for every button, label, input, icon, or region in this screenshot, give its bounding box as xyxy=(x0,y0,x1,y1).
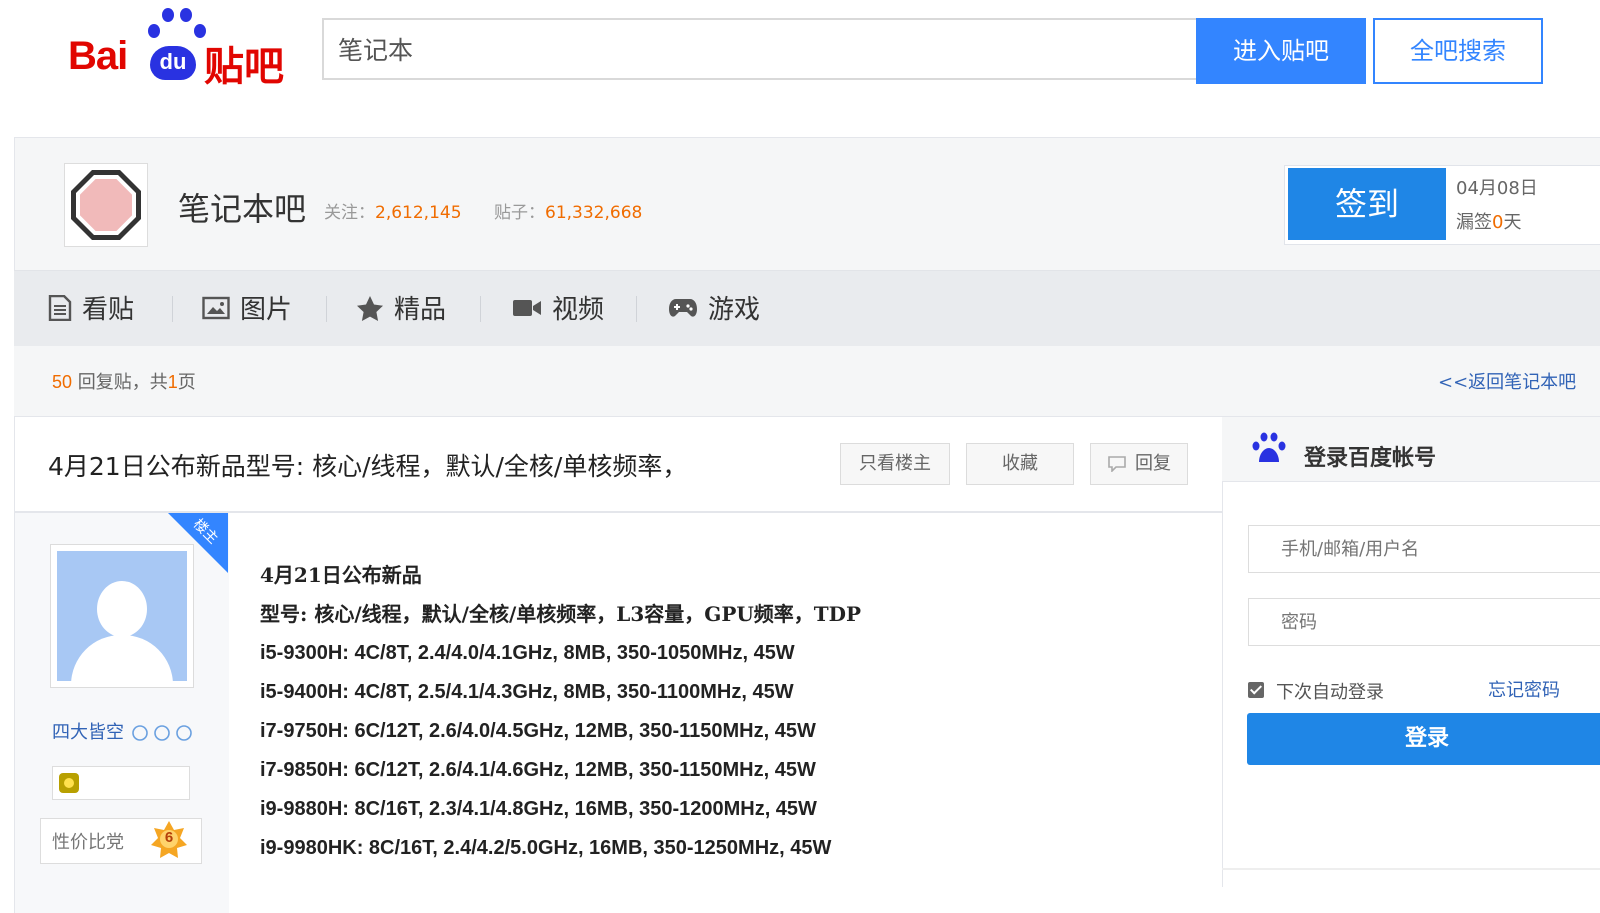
missed-signins: 漏签0天 xyxy=(1456,208,1521,234)
remember-me-label[interactable]: 下次自动登录 xyxy=(1276,678,1384,704)
username-text: 四大皆空 xyxy=(52,722,124,743)
post-line: i7-9850H: 6C/12T, 2.6/4.1/4.6GHz, 12MB, … xyxy=(260,759,816,781)
miss-prefix: 漏签 xyxy=(1456,212,1492,233)
page-count: 1 xyxy=(167,372,178,392)
tab-featured[interactable]: 精品 xyxy=(356,290,446,330)
follow-label: 关注： xyxy=(324,203,375,223)
paw-toe xyxy=(148,24,160,38)
signin-button[interactable]: 签到 xyxy=(1288,168,1446,240)
post-line: i9-9980HK: 8C/16T, 2.4/4.2/5.0GHz, 16MB,… xyxy=(260,837,832,859)
document-icon xyxy=(48,294,72,321)
forum-avatar[interactable] xyxy=(64,163,148,247)
paw-toe xyxy=(180,8,192,22)
login-panel xyxy=(1222,417,1600,887)
level-name: 性价比党 xyxy=(52,832,124,853)
reply-info-bar xyxy=(14,346,1600,417)
baidu-tieba-logo[interactable]: Bai du 贴吧 xyxy=(68,8,298,90)
reply-button-label: 回复 xyxy=(1135,453,1171,474)
comment-icon xyxy=(1108,456,1126,473)
image-icon xyxy=(202,296,230,319)
only-op-button[interactable]: 只看楼主 xyxy=(840,443,950,485)
tab-divider xyxy=(172,296,173,322)
username[interactable]: 四大皆空 xyxy=(52,718,196,744)
tab-label: 看贴 xyxy=(82,295,135,325)
gamepad-icon xyxy=(669,298,697,317)
posts-count: 61,332,668 xyxy=(545,203,643,223)
tab-video[interactable]: 视频 xyxy=(512,290,604,330)
thread-title: 4月21日公布新品型号: 核心/线程，默认/全核/单核频率， xyxy=(48,452,688,481)
tab-games[interactable]: 游戏 xyxy=(668,290,760,330)
enter-forum-button[interactable]: 进入贴吧 xyxy=(1196,18,1366,84)
logo-tieba-text: 贴吧 xyxy=(204,44,284,90)
post-line: 型号: 核心/线程，默认/全核/单核频率，L3容量，GPU频率，TDP xyxy=(260,602,862,626)
tab-divider xyxy=(326,296,327,322)
follow-stat: 关注：2,612,145 xyxy=(324,198,462,223)
tab-divider xyxy=(480,296,481,322)
video-camera-icon xyxy=(513,299,541,316)
search-all-button[interactable]: 全吧搜索 xyxy=(1373,18,1543,84)
follow-count: 2,612,145 xyxy=(375,203,462,223)
tab-divider xyxy=(636,296,637,322)
page-suffix: 页 xyxy=(177,372,196,393)
post-content: 4月21日公布新品 型号: 核心/线程，默认/全核/单核频率，L3容量，GPU频… xyxy=(260,556,861,868)
level-badge-icon: 6 xyxy=(150,820,188,858)
vip-icons xyxy=(131,725,192,741)
password-field[interactable] xyxy=(1248,598,1600,646)
reply-summary: 50 回复贴，共1页 xyxy=(52,368,196,394)
tab-label: 图片 xyxy=(240,295,293,325)
username-field[interactable] xyxy=(1248,525,1600,573)
logo-du-text: du xyxy=(150,46,196,80)
paw-toe xyxy=(162,8,174,22)
tab-posts[interactable]: 看贴 xyxy=(48,290,134,330)
remember-me-checkbox[interactable] xyxy=(1248,682,1264,698)
reply-button[interactable]: 回复 xyxy=(1090,443,1188,485)
tab-label: 游戏 xyxy=(708,295,761,325)
user-badges xyxy=(52,766,190,800)
forum-name[interactable]: 笔记本吧 xyxy=(178,184,306,230)
posts-stat: 贴子：61,332,668 xyxy=(494,198,642,223)
posts-label: 贴子： xyxy=(494,203,545,223)
post-line: 4月21日公布新品 xyxy=(260,563,422,587)
tab-label: 精品 xyxy=(394,295,447,325)
tab-images[interactable]: 图片 xyxy=(202,290,292,330)
baidu-paw-icon xyxy=(1252,432,1286,462)
level-number: 6 xyxy=(164,829,174,846)
miss-days: 0 xyxy=(1492,212,1504,233)
forgot-password-link[interactable]: 忘记密码 xyxy=(1488,676,1560,702)
login-button[interactable]: 登录 xyxy=(1247,713,1600,765)
logo-bai-text: Bai xyxy=(68,34,128,78)
post-line: i9-9880H: 8C/16T, 2.3/4.1/4.8GHz, 16MB, … xyxy=(260,798,817,820)
reply-count: 50 xyxy=(52,372,73,392)
post-line: i5-9300H: 4C/8T, 2.4/4.0/4.1GHz, 8MB, 35… xyxy=(260,642,795,664)
favorite-button[interactable]: 收藏 xyxy=(966,443,1074,485)
post-line: i7-9750H: 6C/12T, 2.6/4.0/4.5GHz, 12MB, … xyxy=(260,720,816,742)
post-line: i5-9400H: 4C/8T, 2.5/4.1/4.3GHz, 8MB, 35… xyxy=(260,681,794,703)
search-input[interactable] xyxy=(322,18,1196,80)
back-to-forum-link[interactable]: <<返回笔记本吧 xyxy=(1438,368,1576,394)
reply-text: 回复贴，共 xyxy=(77,372,168,393)
star-icon xyxy=(357,295,383,321)
miss-suffix: 天 xyxy=(1503,212,1522,233)
login-panel-divider xyxy=(1222,868,1600,870)
tab-label: 视频 xyxy=(552,295,605,325)
sign-date: 04月08日 xyxy=(1456,178,1538,199)
login-title: 登录百度帐号 xyxy=(1304,446,1437,471)
avatar[interactable] xyxy=(50,544,194,688)
